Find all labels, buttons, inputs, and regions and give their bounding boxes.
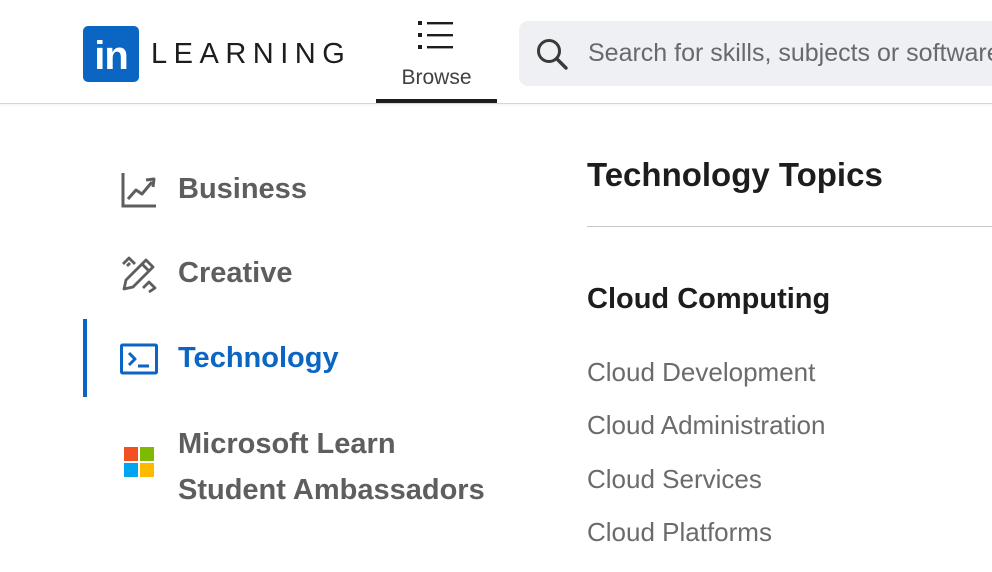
topic-link[interactable]: Cloud Services bbox=[587, 464, 762, 495]
terminal-icon bbox=[119, 339, 159, 379]
search-input[interactable] bbox=[588, 39, 992, 68]
topics-divider bbox=[587, 226, 992, 227]
browse-button[interactable]: Browse bbox=[376, 0, 497, 103]
category-technology[interactable]: Technology bbox=[83, 319, 543, 399]
category-creative[interactable]: Creative bbox=[83, 234, 543, 314]
category-label-creative: Creative bbox=[178, 257, 293, 289]
topic-link[interactable]: Cloud Administration bbox=[587, 410, 825, 441]
search-bar[interactable] bbox=[519, 21, 992, 86]
linkedin-learning-logo[interactable]: in LEARNING bbox=[83, 26, 351, 82]
trend-chart-icon bbox=[119, 170, 159, 210]
active-category-indicator bbox=[83, 319, 87, 397]
topic-link[interactable]: Cloud Platforms bbox=[587, 517, 772, 548]
linkedin-in-badge: in bbox=[83, 26, 139, 82]
browse-active-underline bbox=[376, 99, 497, 103]
linkedin-learning-page: in LEARNING Browse Search for skills, su… bbox=[0, 0, 992, 572]
list-menu-icon bbox=[418, 21, 453, 49]
microsoft-logo-icon bbox=[119, 442, 159, 482]
category-microsoft-learn-student-ambassadors[interactable]: Microsoft Learn Student Ambassadors bbox=[83, 420, 543, 520]
top-header: in LEARNING Browse bbox=[0, 0, 992, 104]
category-business[interactable]: Business bbox=[83, 150, 543, 230]
topic-link[interactable]: Cloud Development bbox=[587, 357, 815, 388]
category-label-microsoft-line1: Microsoft Learn bbox=[178, 428, 396, 460]
learning-wordmark: LEARNING bbox=[151, 37, 352, 70]
search-icon bbox=[537, 38, 568, 70]
pencil-ruler-icon bbox=[119, 254, 159, 294]
category-label-technology: Technology bbox=[178, 342, 339, 374]
category-label-business: Business bbox=[178, 173, 307, 205]
browse-label: Browse bbox=[401, 66, 472, 89]
category-label-microsoft-line2: Student Ambassadors bbox=[178, 474, 485, 506]
linkedin-in-text: in bbox=[94, 34, 129, 78]
topics-panel-title: Technology Topics bbox=[587, 156, 883, 193]
section-title-cloud-computing: Cloud Computing bbox=[587, 283, 831, 315]
